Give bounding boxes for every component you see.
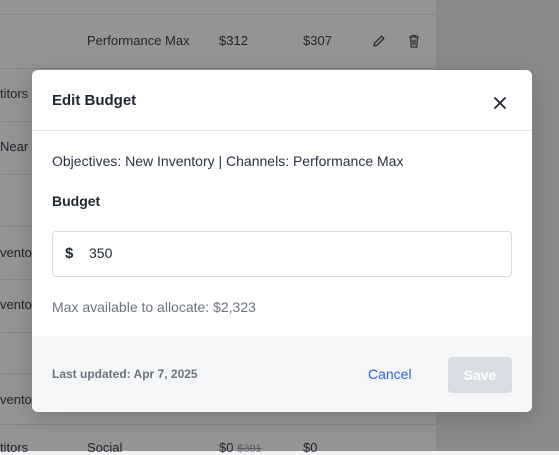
modal-header: Edit Budget — [32, 70, 532, 131]
last-updated-text: Last updated: Apr 7, 2025 — [52, 367, 198, 381]
currency-symbol: $ — [65, 245, 74, 262]
budget-input[interactable] — [89, 242, 489, 264]
objective-channel-summary: Objectives: New Inventory | Channels: Pe… — [52, 153, 404, 169]
modal-footer: Last updated: Apr 7, 2025 Cancel Save — [32, 336, 532, 412]
modal-title: Edit Budget — [52, 92, 137, 109]
budget-label: Budget — [52, 193, 101, 209]
edit-budget-modal: Edit Budget Objectives: New Inventory | … — [32, 70, 532, 412]
save-button[interactable]: Save — [448, 357, 512, 393]
budget-field[interactable]: $ — [52, 231, 512, 277]
max-available-note: Max available to allocate: $2,323 — [52, 299, 256, 315]
close-icon[interactable] — [491, 94, 509, 112]
cancel-button[interactable]: Cancel — [368, 366, 412, 382]
